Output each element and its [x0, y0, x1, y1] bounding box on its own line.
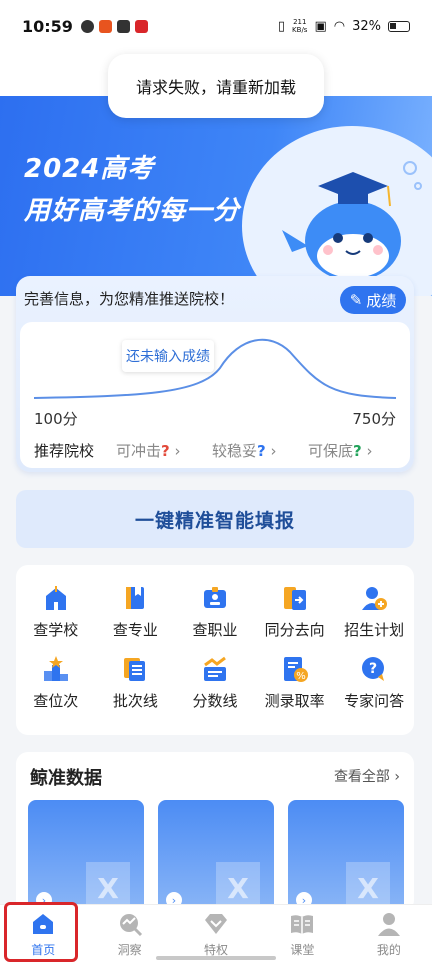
chevron-right-icon: ›	[270, 442, 277, 460]
app-notification-icon	[98, 19, 112, 33]
error-toast: 请求失败，请重新加载	[108, 54, 324, 118]
sim-icon: ▣	[314, 18, 327, 34]
data-thumbnail[interactable]: X ›	[288, 800, 404, 912]
feature-school[interactable]: 查学校	[16, 583, 96, 640]
feature-expert-qa[interactable]: ? 专家问答	[334, 654, 414, 711]
list-icon	[120, 654, 150, 684]
score-prompt: 完善信息，为您精准推送院校！	[24, 290, 235, 308]
chevron-right-icon: ›	[174, 442, 181, 460]
status-time: 10:59	[22, 16, 73, 36]
home-indicator[interactable]	[156, 956, 276, 960]
feature-major[interactable]: 查专业	[96, 583, 176, 640]
feature-career[interactable]: 查职业	[175, 583, 255, 640]
mail-icon	[116, 19, 130, 33]
whale-mascot-icon	[282, 161, 422, 281]
school-icon	[41, 583, 71, 613]
feature-admission-rate[interactable]: % 测录取率	[255, 654, 335, 711]
feature-same-score[interactable]: 同分去向	[255, 583, 335, 640]
feature-rank[interactable]: 查位次	[16, 654, 96, 711]
rec-option-match[interactable]: 较稳妥? ›	[212, 440, 308, 461]
network-speed: 211 KB/s	[292, 18, 308, 34]
data-section: 鲸准数据 查看全部 › X › X › X ›	[16, 752, 414, 912]
svg-text:%: %	[296, 671, 306, 682]
vibrate-icon: ▯	[277, 18, 286, 34]
badge-icon	[200, 583, 230, 613]
data-thumbnail[interactable]: X ›	[28, 800, 144, 912]
insight-icon	[119, 914, 142, 937]
score-card: 完善信息，为您精准推送院校！ ✎ 成绩 还未输入成绩 100分 750分 推荐院…	[16, 276, 414, 472]
rec-option-reach[interactable]: 可冲击? ›	[116, 440, 212, 461]
podium-icon	[41, 654, 71, 684]
tab-home[interactable]: 首页	[0, 905, 86, 964]
classroom-icon	[291, 915, 314, 934]
distribution-curve	[33, 338, 397, 399]
transfer-icon	[280, 583, 310, 613]
wifi-icon: ◠	[333, 18, 346, 34]
recommend-label: 推荐院校	[34, 442, 95, 460]
hero-title: 2024高考	[24, 154, 155, 184]
edit-icon: ✎	[349, 291, 363, 309]
diamond-icon	[205, 914, 228, 934]
feature-score-line[interactable]: 分数线	[175, 654, 255, 711]
hero-subtitle: 用好高考的每一分	[24, 196, 241, 226]
data-thumbnail[interactable]: X ›	[158, 800, 274, 912]
bottom-tab-bar: 首页 洞察 特权 课堂 我的	[0, 904, 432, 964]
tab-profile[interactable]: 我的	[346, 905, 432, 964]
profile-icon	[377, 913, 400, 936]
question-icon: ?	[359, 654, 389, 684]
home-icon	[33, 914, 54, 934]
score-min-label: 100分	[34, 410, 78, 428]
battery-level: 32%	[352, 18, 381, 34]
chevron-right-icon: ›	[366, 442, 373, 460]
no-score-tooltip: 还未输入成绩	[122, 340, 214, 372]
score-max-label: 750分	[352, 410, 396, 428]
feature-grid-card: 查学校 查专业 查职业 同分去向 招生计划 查位次 批次线 分数线 % 测录取率…	[16, 565, 414, 735]
status-bar: 10:59 ▯ 211 KB/s ▣ ◠ 32%	[0, 0, 432, 52]
app-notification-icon	[134, 19, 148, 33]
feature-enroll-plan[interactable]: 招生计划	[334, 583, 414, 640]
data-section-title: 鲸准数据	[30, 764, 102, 790]
feature-grid: 查学校 查专业 查职业 同分去向 招生计划 查位次 批次线 分数线 % 测录取率…	[16, 583, 414, 711]
rec-option-safety[interactable]: 可保底? ›	[308, 440, 404, 461]
recommend-row: 推荐院校 可冲击? › 较稳妥? › 可保底? ›	[34, 440, 404, 461]
feature-batch-line[interactable]: 批次线	[96, 654, 176, 711]
chevron-right-icon: ›	[394, 769, 400, 785]
svg-text:?: ?	[369, 661, 377, 677]
percent-icon: %	[280, 654, 310, 684]
app-notification-icon	[80, 19, 94, 33]
smart-fill-button[interactable]: 一键精准智能填报	[16, 490, 414, 548]
book-icon	[120, 583, 150, 613]
battery-icon	[388, 20, 410, 32]
chart-icon	[200, 654, 230, 684]
view-all-link[interactable]: 查看全部 ›	[334, 766, 400, 786]
enter-grade-button[interactable]: ✎ 成绩	[340, 286, 406, 314]
person-add-icon	[359, 583, 389, 613]
score-distribution[interactable]: 还未输入成绩 100分 750分 推荐院校 可冲击? › 较稳妥? › 可保底?…	[20, 322, 410, 468]
hero-banner[interactable]: 2024高考 用好高考的每一分	[0, 96, 432, 296]
